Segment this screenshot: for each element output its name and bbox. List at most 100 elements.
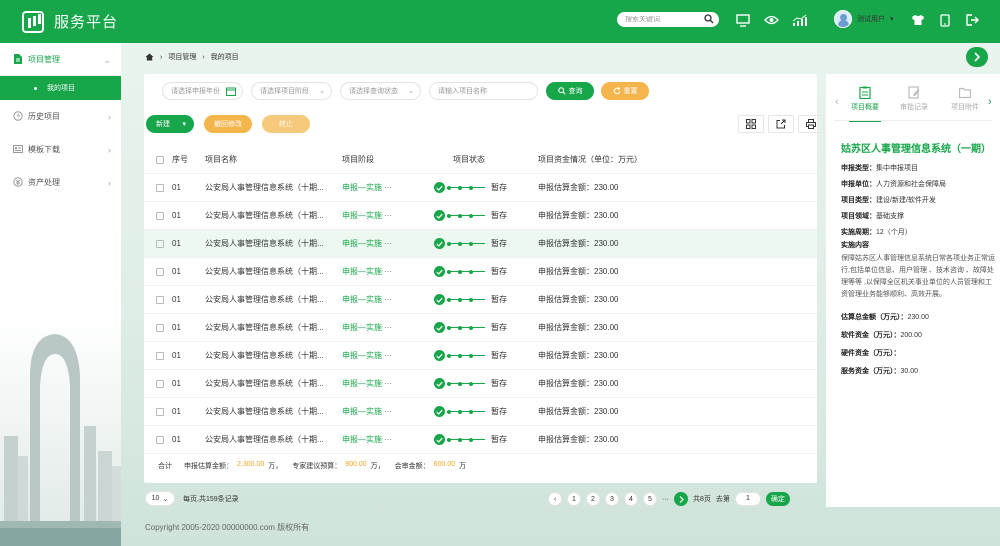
sidebar-item-assets[interactable]: 资产处理 › (0, 166, 121, 199)
breadcrumb-level1[interactable]: 项目管理 (168, 52, 196, 62)
year-select[interactable]: 请选择申报年份 (162, 82, 243, 100)
row-project-name[interactable]: 公安局人事管理信息系统（十期... (205, 182, 324, 193)
row-amount: 申报估算金额：230.00 (538, 267, 619, 276)
row-status-label: 暂存 (491, 239, 507, 248)
top-search[interactable] (617, 12, 719, 27)
stop-button[interactable]: 终止 (262, 115, 310, 133)
row-checkbox[interactable] (156, 211, 164, 220)
row-project-name[interactable]: 公安局人事管理信息系统（十期... (205, 266, 324, 277)
row-more-button[interactable]: ··· (384, 267, 392, 276)
user-menu[interactable]: 测试用户 ▾ (834, 10, 894, 28)
goto-page-input[interactable]: 1 (734, 492, 761, 506)
select-all-checkbox[interactable] (156, 155, 164, 164)
progress-track (447, 353, 485, 358)
row-more-button[interactable]: ··· (384, 351, 392, 360)
row-project-name[interactable]: 公安局人事管理信息系统（十期... (205, 322, 324, 333)
home-icon[interactable] (145, 53, 154, 61)
sidebar-item-label: 模板下载 (28, 145, 60, 154)
collapse-panel-button[interactable] (966, 47, 988, 67)
reset-button[interactable]: 重置 (601, 82, 649, 100)
new-button[interactable]: 新建 ▾ (146, 115, 194, 133)
table-row[interactable]: 01 公安局人事管理信息系统（十期... 申报—实施 ··· 暂存 申报估算金额：230.… (144, 202, 817, 230)
withdraw-button[interactable]: 撤回修改 (204, 115, 252, 133)
row-checkbox[interactable] (156, 351, 164, 360)
row-checkbox[interactable] (156, 295, 164, 304)
query-button[interactable]: 查询 (546, 82, 594, 100)
row-project-name[interactable]: 公安局人事管理信息系统（十期... (205, 210, 324, 221)
row-more-button[interactable]: ··· (384, 211, 392, 220)
chart-icon[interactable] (791, 12, 807, 28)
sidebar-item-project-management[interactable]: 项目管理 ⌄ (0, 43, 121, 76)
table-row[interactable]: 01 公安局人事管理信息系统（十期... 申报—实施 ··· 暂存 申报估算金额：230.… (144, 314, 817, 342)
progress-track (447, 409, 485, 414)
phone-icon[interactable] (937, 12, 953, 28)
table-row[interactable]: 01 公安局人事管理信息系统（十期... 申报—实施 ··· 暂存 申报估算金额：230.… (144, 286, 817, 314)
sidebar-item-history[interactable]: 历史项目 › (0, 100, 121, 133)
row-more-button[interactable]: ··· (384, 323, 392, 332)
row-more-button[interactable]: ··· (384, 379, 392, 388)
row-project-name[interactable]: 公安局人事管理信息系统（十期... (205, 406, 324, 417)
row-status-label: 暂存 (491, 183, 507, 192)
search-icon[interactable] (704, 14, 714, 26)
table-row[interactable]: 01 公安局人事管理信息系统（十期... 申报—实施 ··· 暂存 申报估算金额：230.… (144, 398, 817, 426)
chevron-right-icon: › (108, 145, 111, 155)
row-project-name[interactable]: 公安局人事管理信息系统（十期... (205, 238, 324, 249)
row-checkbox[interactable] (156, 239, 164, 248)
tab-attachments[interactable]: 项目附件 (943, 86, 987, 112)
table-row[interactable]: 01 公安局人事管理信息系统（十期... 申报—实施 ··· 暂存 申报估算金额：230.… (144, 258, 817, 286)
row-status: 暂存 (434, 406, 507, 417)
row-checkbox[interactable] (156, 407, 164, 416)
row-project-name[interactable]: 公安局人事管理信息系统（十期... (205, 434, 324, 445)
page-4-button[interactable]: 4 (624, 492, 638, 506)
row-amount: 申报估算金额：230.00 (538, 435, 619, 444)
tab-approval-records[interactable]: 审批记录 (892, 86, 936, 112)
page-size-select[interactable]: 10 ⌄ (145, 491, 175, 506)
row-project-name[interactable]: 公安局人事管理信息系统（十期... (205, 350, 324, 361)
sidebar-subitem-my-projects[interactable]: 我的项目 (0, 76, 121, 100)
table-row[interactable]: 01 公安局人事管理信息系统（十期... 申报—实施 ··· 暂存 申报估算金额：230.… (144, 230, 817, 258)
page-3-button[interactable]: 3 (605, 492, 619, 506)
table-row[interactable]: 01 公安局人事管理信息系统（十期... 申报—实施 ··· 暂存 申报估算金额：230.… (144, 342, 817, 370)
table-row[interactable]: 01 公安局人事管理信息系统（十期... 申报—实施 ··· 暂存 申报估算金额：230.… (144, 426, 817, 454)
table-row[interactable]: 01 公安局人事管理信息系统（十期... 申报—实施 ··· 暂存 申报估算金额：230.… (144, 174, 817, 202)
chevron-right-icon[interactable]: › (988, 96, 992, 108)
monitor-icon[interactable] (735, 12, 751, 28)
export-icon[interactable] (768, 115, 794, 133)
row-more-button[interactable]: ··· (384, 183, 392, 192)
row-no: 01 (172, 183, 181, 192)
row-more-button[interactable]: ··· (384, 295, 392, 304)
sidebar-item-templates[interactable]: 模板下载 › (0, 133, 121, 166)
row-more-button[interactable]: ··· (384, 239, 392, 248)
shirt-icon[interactable] (910, 12, 926, 28)
row-project-name[interactable]: 公安局人事管理信息系统（十期... (205, 294, 324, 305)
row-more-button[interactable]: ··· (384, 407, 392, 416)
stage-select[interactable]: 请选择项目阶段 ⌄ (251, 82, 332, 100)
row-more-button[interactable]: ··· (384, 435, 392, 444)
print-icon[interactable] (798, 115, 824, 133)
next-page-button[interactable] (674, 492, 688, 506)
row-project-name[interactable]: 公安局人事管理信息系统（十期... (205, 378, 324, 389)
right-icons (910, 12, 980, 28)
row-checkbox[interactable] (156, 267, 164, 276)
chevron-left-icon[interactable]: ‹ (835, 96, 839, 108)
row-checkbox[interactable] (156, 379, 164, 388)
logout-icon[interactable] (964, 12, 980, 28)
filter-bar: 请选择申报年份 请选择项目阶段 ⌄ 请选择查询状态 ⌄ 请输入项目名称 (162, 82, 538, 100)
page-5-button[interactable]: 5 (643, 492, 657, 506)
page-1-button[interactable]: 1 (567, 492, 581, 506)
eye-icon[interactable] (763, 12, 779, 28)
prev-page-button[interactable]: ‹ (548, 492, 562, 506)
page-2-button[interactable]: 2 (586, 492, 600, 506)
row-checkbox[interactable] (156, 323, 164, 332)
row-checkbox[interactable] (156, 435, 164, 444)
tab-summary[interactable]: 项目概要 (843, 86, 887, 122)
row-checkbox[interactable] (156, 183, 164, 192)
grid-view-icon[interactable] (738, 115, 764, 133)
table-row[interactable]: 01 公安局人事管理信息系统（十期... 申报—实施 ··· 暂存 申报估算金额：230.… (144, 370, 817, 398)
status-select[interactable]: 请选择查询状态 ⌄ (340, 82, 421, 100)
detail-fund: 硬件资金（万元）： (841, 350, 901, 357)
project-name-input[interactable]: 请输入项目名称 (429, 82, 538, 100)
row-status: 暂存 (434, 434, 507, 445)
search-input[interactable] (625, 16, 707, 23)
confirm-button[interactable]: 确定 (765, 492, 790, 506)
